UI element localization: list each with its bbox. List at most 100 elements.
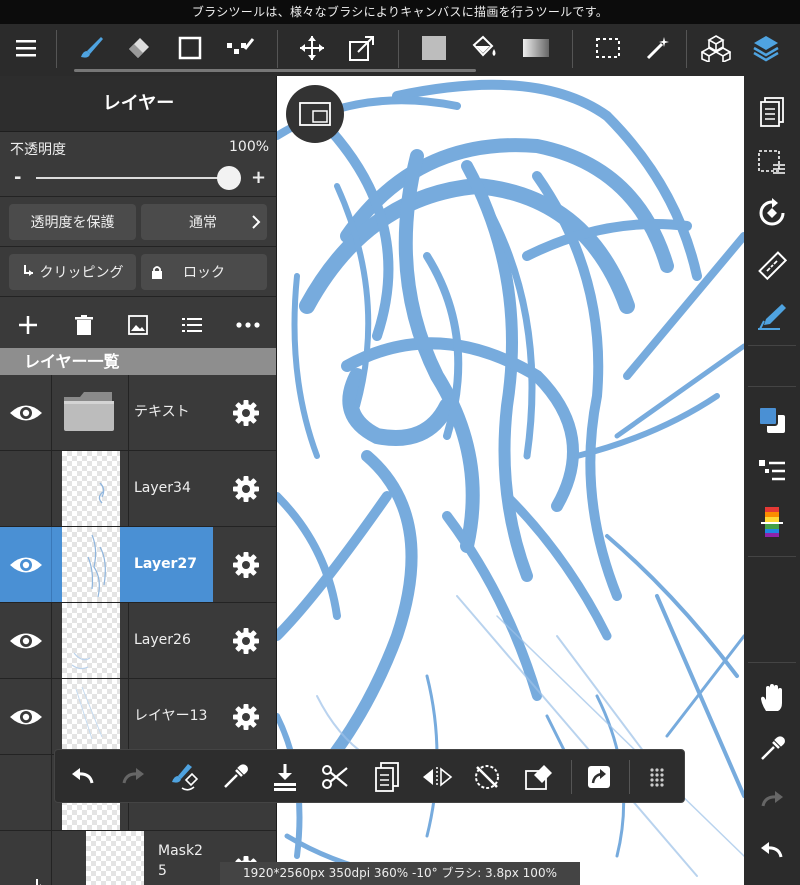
copy-icon[interactable] [367,750,407,804]
redo-icon[interactable] [744,780,800,820]
clipping-icon [23,265,33,276]
clipping-button[interactable]: クリッピング [9,254,136,290]
layer-property-icon[interactable] [744,451,800,491]
trash-icon[interactable] [70,310,98,340]
bucket-icon[interactable] [464,24,504,72]
scissors-icon[interactable] [315,750,355,804]
hand-icon[interactable] [744,678,800,718]
material-icon[interactable] [696,24,736,72]
layer-list-header: レイヤー一覧 [0,348,276,375]
transform-icon[interactable] [342,24,382,72]
move-icon[interactable] [292,24,332,72]
eyedropper-icon[interactable] [215,750,255,804]
list-icon[interactable] [178,310,206,340]
visibility-toggle[interactable] [0,755,52,830]
opacity-slider[interactable] [36,177,230,179]
opacity-minus-button[interactable]: - [14,167,21,188]
color-palette-icon[interactable] [744,502,800,542]
visibility-toggle[interactable] [0,451,52,526]
lock-button[interactable]: ロック [141,254,267,290]
snap-pen-icon[interactable] [744,296,800,336]
clip-arrow-icon [36,879,41,885]
fill-color-icon[interactable] [414,24,454,72]
eye-icon [9,405,42,420]
eye-icon [9,709,42,724]
eraser-icon[interactable] [118,24,158,72]
clear-icon[interactable] [519,750,559,804]
layer-row[interactable]: Layer34 [0,451,276,527]
protect-alpha-button[interactable]: 透明度を保護 [9,204,136,240]
tooltip-banner: ブラシツールは、様々なブラシによりキャンバスに描画を行うツールです。 [0,0,800,24]
drag-handle-icon[interactable] [637,750,677,804]
eye-icon [9,557,42,572]
status-bar: 1920*2560px 350dpi 360% -10° ブラシ: 3.8px … [220,862,580,885]
layer-thumbnail [62,527,120,602]
deselect-icon[interactable] [467,750,507,804]
layer-thumbnail [62,679,120,754]
color-swatch-icon[interactable] [744,400,800,440]
share-icon[interactable] [579,750,619,804]
navigator-icon [299,102,331,126]
gradient-icon[interactable] [516,24,556,72]
undo-icon[interactable] [744,831,800,871]
layer-name: Layer26 [134,632,191,648]
opacity-label: 不透明度 [10,142,66,158]
right-sidebar [744,76,800,885]
gear-icon[interactable] [226,679,266,754]
top-toolbar [0,24,800,76]
pages-icon[interactable] [744,92,800,132]
selection-layer-icon[interactable] [744,143,800,183]
layer-row-selected[interactable]: Layer27 [0,527,276,603]
gear-icon[interactable] [226,375,266,450]
layer-thumbnail [62,451,120,526]
layer-row[interactable]: テキスト [0,375,276,451]
visibility-toggle[interactable] [0,603,52,678]
navigator-button[interactable] [286,85,344,143]
brush-eraser-toggle-icon[interactable] [163,750,203,804]
rotate-icon[interactable] [744,193,800,233]
redo-icon[interactable] [113,750,153,804]
blend-mode-label: 通常 [189,215,217,231]
undo-icon[interactable] [63,750,103,804]
layer-row[interactable]: Layer26 [0,603,276,679]
gear-icon[interactable] [226,603,266,678]
gear-icon[interactable] [226,451,266,526]
layer-name: テキスト [134,404,190,420]
layer-name: Layer34 [134,480,191,496]
flip-horizontal-icon[interactable] [417,750,457,804]
magic-wand-icon[interactable] [638,24,678,72]
layer-name: Mask2 5 [158,843,203,879]
panel-title: レイヤー [0,76,276,132]
layer-thumbnail [62,603,120,678]
brush-icon[interactable] [70,24,110,72]
layers-icon[interactable] [746,24,786,72]
ruler-icon[interactable] [744,246,800,286]
add-layer-icon[interactable] [14,310,42,340]
quick-access-bar [54,749,685,803]
rectangle-icon[interactable] [170,24,210,72]
blend-mode-button[interactable]: 通常 [141,204,267,240]
more-icon[interactable] [233,310,263,340]
layer-row[interactable]: レイヤー13 [0,679,276,755]
folder-icon [62,389,116,439]
visibility-toggle[interactable] [0,375,52,450]
opacity-value: 100% [229,139,270,155]
dot-brush-icon[interactable] [220,24,260,72]
lock-icon [152,266,162,279]
eye-icon [9,633,42,648]
eyedropper-icon[interactable] [744,729,800,769]
import-icon[interactable] [265,750,305,804]
visibility-toggle[interactable] [0,527,52,602]
layer-name: Layer27 [134,556,197,572]
lock-label: ロック [183,265,225,281]
select-icon[interactable] [588,24,628,72]
visibility-toggle[interactable] [0,679,52,754]
layer-thumbnail [86,831,144,885]
gear-icon[interactable] [226,527,266,602]
clipping-indicator [0,831,52,885]
menu-icon[interactable] [6,24,46,72]
image-layer-icon[interactable] [124,310,152,340]
toolbar-scroll-indicator [74,69,476,72]
opacity-slider-knob[interactable] [217,166,241,190]
opacity-plus-button[interactable]: + [251,167,266,188]
